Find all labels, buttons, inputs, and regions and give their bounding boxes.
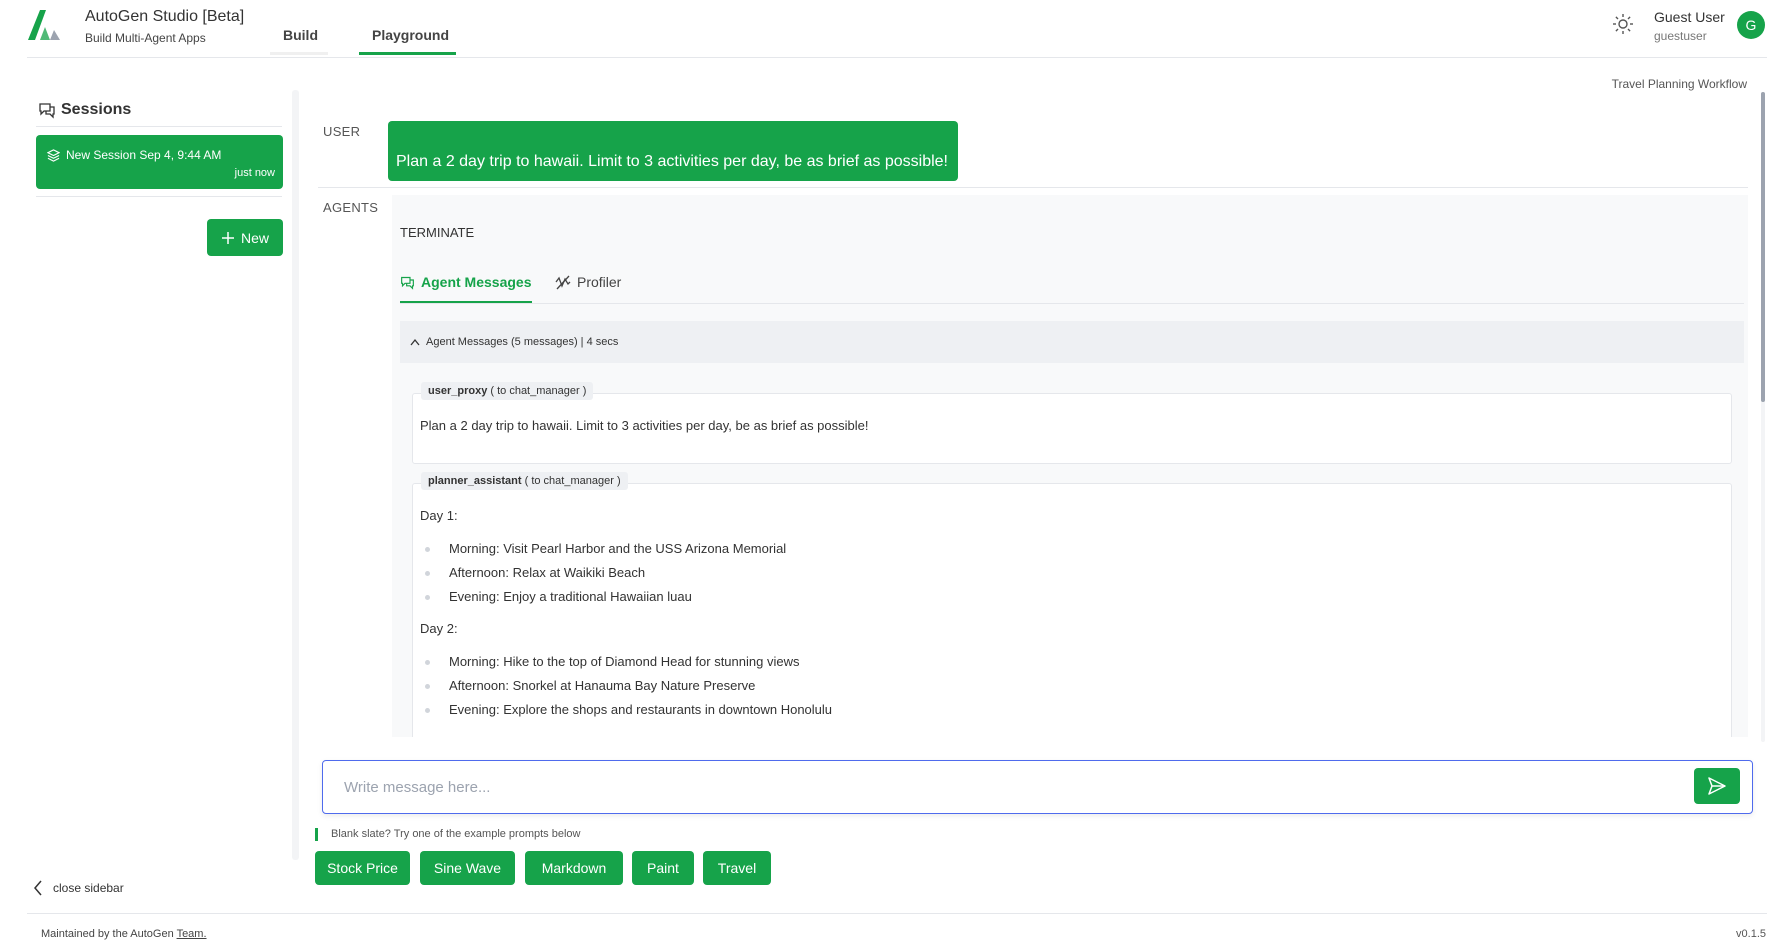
footer-credit-text: Maintained by the AutoGen	[41, 928, 177, 940]
sidebar-scrollbar[interactable]	[292, 90, 299, 860]
tab-agent-messages[interactable]: Agent Messages	[400, 274, 531, 290]
user-message: Plan a 2 day trip to hawaii. Limit to 3 …	[388, 121, 958, 181]
example-prompts-hint: Blank slate? Try one of the example prom…	[315, 828, 580, 841]
close-sidebar-label: close sidebar	[53, 881, 124, 895]
sessions-heading: Sessions	[38, 101, 131, 119]
example-markdown-button[interactable]: Markdown	[525, 851, 623, 885]
send-icon	[1708, 777, 1726, 795]
tab-agent-messages-label: Agent Messages	[421, 274, 532, 290]
avatar[interactable]: G	[1737, 11, 1765, 39]
tab-playground[interactable]: Playground	[372, 27, 449, 43]
message-divider	[318, 187, 1748, 188]
sun-theme-toggle-icon[interactable]	[1612, 13, 1634, 35]
session-item[interactable]: New Session Sep 4, 9:44 AM just now	[36, 135, 283, 189]
example-paint-button[interactable]: Paint	[632, 851, 694, 885]
list-item-text: Morning: Hike to the top of Diamond Head…	[449, 654, 800, 669]
footer-credit: Maintained by the AutoGen Team.	[41, 928, 207, 940]
list-item: Afternoon: Snorkel at Hanauma Bay Nature…	[425, 678, 755, 693]
new-session-label: New	[240, 229, 269, 246]
header-divider	[27, 57, 1767, 58]
message-sender-tag: planner_assistant ( to chat_manager )	[421, 472, 628, 490]
message-text: Plan a 2 day trip to hawaii. Limit to 3 …	[420, 418, 869, 433]
workflow-name: Travel Planning Workflow	[1611, 77, 1747, 91]
session-name: New Session Sep 4, 9:44 AM	[66, 148, 222, 162]
agents-row-label: AGENTS	[323, 200, 379, 215]
stack-layers-icon	[47, 148, 60, 162]
app-title: AutoGen Studio [Beta]	[85, 8, 245, 25]
plus-icon	[221, 231, 234, 244]
user-login: guestuser	[1654, 29, 1707, 43]
app-subtitle: Build Multi-Agent Apps	[85, 31, 206, 45]
profiler-signal-icon	[555, 275, 571, 289]
recipient-name: ( to chat_manager )	[524, 475, 621, 487]
chevron-up-icon	[410, 338, 420, 346]
list-item: Evening: Enjoy a traditional Hawaiian lu…	[425, 589, 692, 604]
list-item: Morning: Hike to the top of Diamond Head…	[425, 654, 799, 669]
user-name: Guest User	[1654, 9, 1725, 25]
session-name-row: New Session Sep 4, 9:44 AM	[47, 148, 221, 162]
version-label: v0.1.5	[1736, 928, 1766, 940]
chevron-left-icon	[34, 880, 42, 896]
subtab-divider	[400, 303, 1744, 304]
day-heading: Day 1:	[420, 508, 458, 523]
sessions-title: Sessions	[61, 101, 132, 118]
tab-profiler[interactable]: Profiler	[555, 274, 621, 290]
chat-bubbles-icon	[39, 103, 55, 119]
main-scrollbar-thumb[interactable]	[1761, 92, 1765, 402]
autogen-logo-icon	[28, 10, 60, 40]
example-travel-button[interactable]: Travel	[703, 851, 771, 885]
tab-build[interactable]: Build	[283, 27, 318, 43]
tab-profiler-label: Profiler	[577, 274, 622, 290]
final-response: TERMINATE	[400, 225, 475, 240]
session-list-divider	[36, 196, 282, 197]
agent-messages-collapse-header[interactable]: Agent Messages (5 messages) | 4 secs	[400, 321, 1744, 363]
message-sender-tag: user_proxy ( to chat_manager )	[421, 382, 594, 400]
list-item-text: Afternoon: Snorkel at Hanauma Bay Nature…	[449, 678, 756, 693]
list-item: Morning: Visit Pearl Harbor and the USS …	[425, 541, 786, 556]
agent-message-card: planner_assistant ( to chat_manager ) Da…	[412, 472, 1732, 737]
chat-bubbles-icon	[401, 276, 414, 290]
close-sidebar-button[interactable]: close sidebar	[33, 880, 124, 896]
recipient-name: ( to chat_manager )	[490, 385, 587, 397]
tab-agent-messages-underline	[400, 301, 532, 303]
list-item: Afternoon: Relax at Waikiki Beach	[425, 565, 645, 580]
example-sine-wave-button[interactable]: Sine Wave	[420, 851, 515, 885]
day-heading: Day 2:	[420, 621, 458, 636]
sender-name: planner_assistant	[428, 475, 522, 487]
sessions-divider	[36, 126, 282, 127]
tab-playground-underline	[359, 52, 456, 55]
list-item-text: Evening: Enjoy a traditional Hawaiian lu…	[449, 589, 692, 604]
example-stock-price-button[interactable]: Stock Price	[315, 851, 410, 885]
message-input[interactable]	[323, 761, 1683, 813]
session-time: just now	[234, 167, 275, 179]
list-item-text: Evening: Explore the shops and restauran…	[449, 702, 833, 717]
send-button[interactable]	[1694, 768, 1740, 804]
team-link[interactable]: Team.	[177, 928, 207, 940]
agents-panel: TERMINATE Agent Messages Profiler Agent …	[392, 195, 1748, 737]
user-row-label: USER	[323, 124, 361, 139]
agent-messages-summary: Agent Messages (5 messages) | 4 secs	[426, 336, 619, 348]
tab-build-underline	[270, 52, 328, 55]
list-item: Evening: Explore the shops and restauran…	[425, 702, 832, 717]
list-item-text: Afternoon: Relax at Waikiki Beach	[449, 565, 646, 580]
agent-message-card: user_proxy ( to chat_manager ) Plan a 2 …	[412, 382, 1732, 464]
sender-name: user_proxy	[428, 385, 488, 397]
message-composer	[322, 760, 1753, 814]
new-session-button[interactable]: New	[207, 219, 283, 256]
list-item-text: Morning: Visit Pearl Harbor and the USS …	[449, 541, 787, 556]
footer-divider	[27, 913, 1767, 914]
app-header: AutoGen Studio [Beta] Build Multi-Agent …	[0, 0, 1791, 58]
